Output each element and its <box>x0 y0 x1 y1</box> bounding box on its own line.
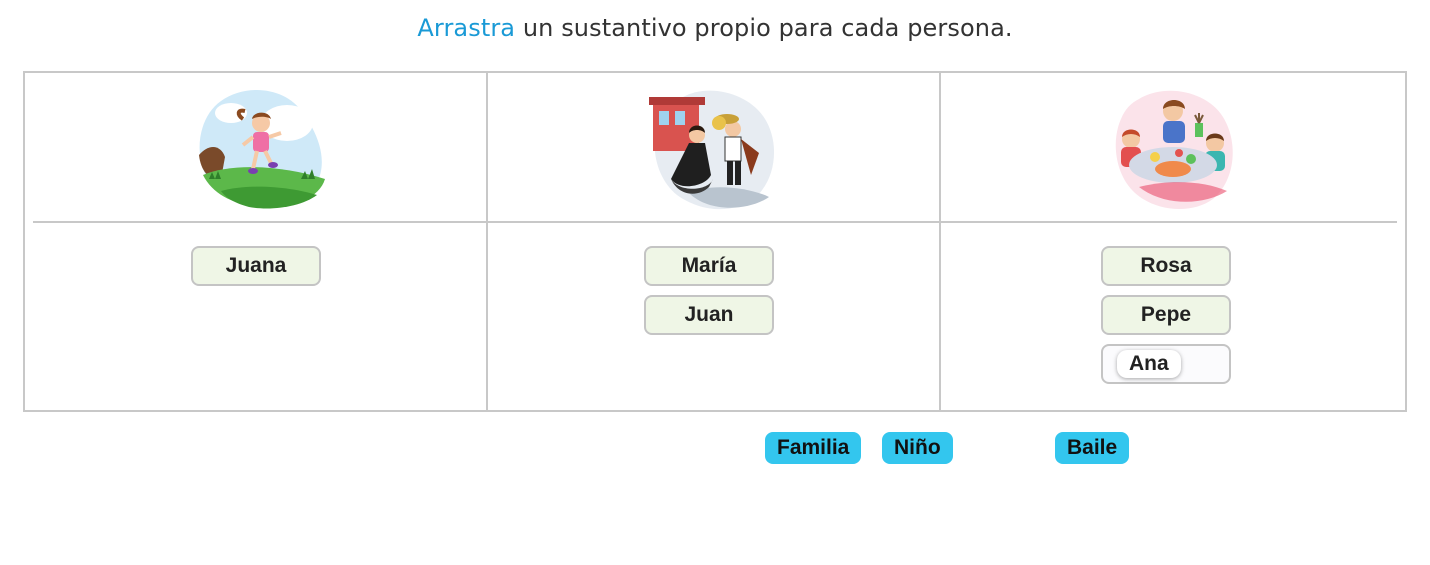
instruction-text: Arrastra un sustantivo propio para cada … <box>0 14 1430 42</box>
column-divider <box>486 73 488 410</box>
column-divider <box>939 73 941 410</box>
matching-board: Juana María Juan Rosa Pepe Ana <box>23 71 1407 412</box>
answer-slot-filled[interactable]: Juan <box>644 295 774 335</box>
word-chip-nino[interactable]: Niño <box>882 432 953 464</box>
word-chip-familia[interactable]: Familia <box>765 432 862 464</box>
answer-slot-filled[interactable]: María <box>644 246 774 286</box>
word-chip-baile[interactable]: Baile <box>1055 432 1130 464</box>
answer-slot-empty[interactable]: Ana <box>1101 344 1231 384</box>
instruction-verb: Arrastra <box>417 14 516 42</box>
row-divider <box>33 221 1397 223</box>
answer-slot-filled[interactable]: Pepe <box>1101 295 1231 335</box>
instruction-rest: un sustantivo propio para cada persona. <box>515 14 1013 42</box>
family-crafting-image <box>1115 90 1233 210</box>
couple-dancing-image <box>649 90 775 210</box>
girl-jumping-image <box>199 89 325 209</box>
answer-slot-filled[interactable]: Juana <box>191 246 321 286</box>
draggable-word-chip-ana[interactable]: Ana <box>1117 350 1181 378</box>
answer-slot-filled[interactable]: Rosa <box>1101 246 1231 286</box>
